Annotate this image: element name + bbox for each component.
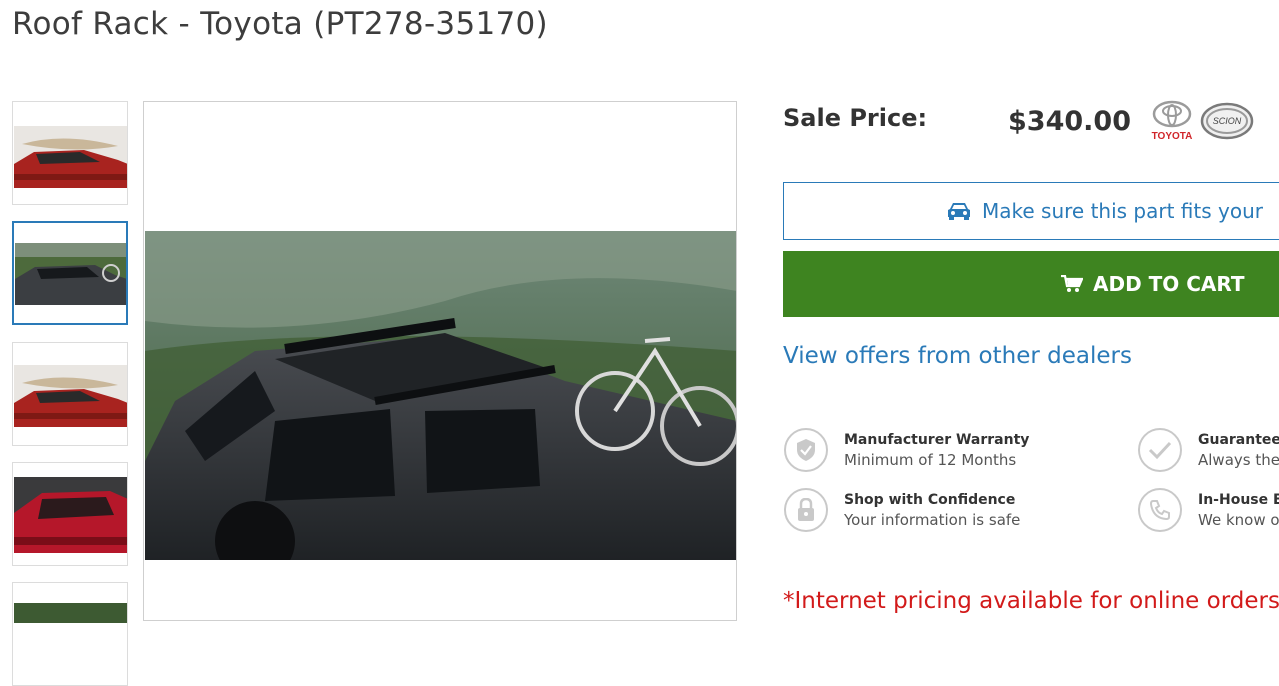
- kayak-truck-thumbnail-image: [14, 102, 127, 204]
- toyota-logo: TOYOTA: [1148, 100, 1196, 146]
- feature-title: Guaranteed: [1198, 432, 1279, 448]
- feature-subtitle: We know o: [1198, 511, 1279, 529]
- sale-price-value: $340.00: [1008, 106, 1131, 137]
- check-fitment-label: Make sure this part fits your: [982, 199, 1263, 223]
- red-truck-thumbnail-image: [14, 463, 127, 565]
- feature-title: Shop with Confidence: [844, 492, 1016, 508]
- toyota-wordmark: TOYOTA: [1152, 131, 1193, 142]
- main-product-image[interactable]: [143, 101, 737, 621]
- scion-wordmark: SCION: [1213, 116, 1242, 126]
- forest-thumbnail-image: [14, 583, 127, 623]
- gallery-thumbnail-2[interactable]: [12, 221, 128, 325]
- roof-rack-truck-photo: [145, 231, 736, 560]
- feature-subtitle: Your information is safe: [844, 511, 1021, 529]
- scion-logo: SCION: [1200, 101, 1254, 145]
- gallery-thumbnail-4[interactable]: [12, 462, 128, 566]
- sale-price-label: Sale Price:: [783, 104, 928, 132]
- lock-icon: [798, 498, 814, 521]
- add-to-cart-button[interactable]: ADD TO CART: [783, 251, 1279, 317]
- feature-subtitle: Minimum of 12 Months: [844, 451, 1017, 469]
- gallery-thumbnail-3[interactable]: [12, 342, 128, 446]
- page-title: Roof Rack - Toyota (PT278-35170): [12, 6, 548, 42]
- bike-truck-thumbnail-image: [15, 223, 126, 323]
- check-fitment-button[interactable]: Make sure this part fits your: [783, 182, 1279, 240]
- feature-title: Manufacturer Warranty: [844, 432, 1030, 448]
- cart-icon: [1061, 274, 1084, 292]
- gallery-thumbnail-5[interactable]: [12, 582, 128, 686]
- gallery-thumbnail-1[interactable]: [12, 101, 128, 205]
- kayak-truck-thumbnail-image-2: [14, 343, 127, 445]
- phone-icon: [1149, 500, 1170, 521]
- checkmark-icon: [1148, 441, 1172, 460]
- add-to-cart-label: ADD TO CART: [1093, 272, 1245, 296]
- car-icon: [948, 202, 970, 220]
- view-other-offers-link[interactable]: View offers from other dealers: [783, 343, 1132, 369]
- feature-title: In-House Ex: [1198, 492, 1279, 508]
- shield-check-icon: [797, 439, 815, 461]
- internet-pricing-notice: *Internet pricing available for online o…: [783, 588, 1279, 614]
- feature-subtitle: Always the: [1198, 451, 1279, 469]
